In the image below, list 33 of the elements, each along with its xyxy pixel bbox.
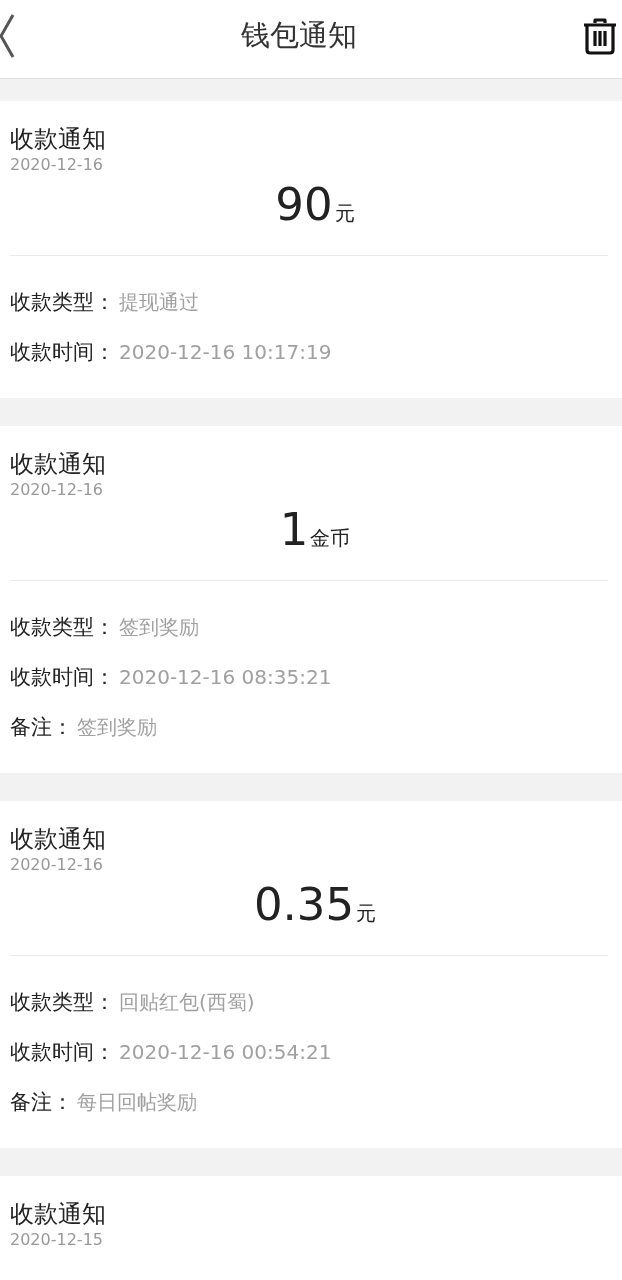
field-value: 2020-12-16 00:54:21 [119, 1039, 332, 1066]
notice-title: 收款通知 [9, 824, 107, 855]
trash-icon[interactable] [582, 17, 618, 55]
field-label: 收款类型： [10, 989, 115, 1016]
field-label: 收款时间： [10, 339, 115, 366]
notice-date: 2020-12-16 [9, 480, 104, 500]
notice-title: 收款通知 [9, 449, 107, 480]
notice-title: 收款通知 [9, 124, 107, 155]
notice-date: 2020-12-16 [9, 855, 104, 875]
field-label: 收款时间： [10, 1039, 115, 1066]
field-label: 备注： [10, 1089, 73, 1116]
amount-value: 1 [279, 502, 309, 558]
page-title: 钱包通知 [241, 17, 357, 54]
amount-value: 0.35 [253, 877, 355, 933]
field-value: 签到奖励 [77, 714, 157, 741]
amount-unit: 金币 [310, 525, 351, 552]
amount-value: 90 [275, 177, 333, 233]
field-value: 2020-12-16 08:35:21 [119, 664, 332, 691]
back-icon[interactable] [0, 13, 16, 59]
amount-unit: 元 [334, 200, 355, 227]
notice-date: 2020-12-16 [9, 155, 104, 175]
field-label: 备注： [10, 714, 73, 741]
field-value: 回贴红包(西蜀) [119, 989, 255, 1016]
field-value: 每日回帖奖励 [77, 1089, 197, 1116]
field-value: 2020-12-16 10:17:19 [119, 339, 332, 366]
amount-unit: 元 [356, 900, 377, 927]
field-value: 签到奖励 [119, 614, 199, 641]
field-value: 提现通过 [119, 289, 199, 316]
field-label: 收款时间： [10, 664, 115, 691]
notice-date: 2020-12-15 [9, 1230, 104, 1250]
field-label: 收款类型： [10, 614, 115, 641]
field-label: 收款类型： [10, 289, 115, 316]
notice-title: 收款通知 [9, 1199, 107, 1230]
